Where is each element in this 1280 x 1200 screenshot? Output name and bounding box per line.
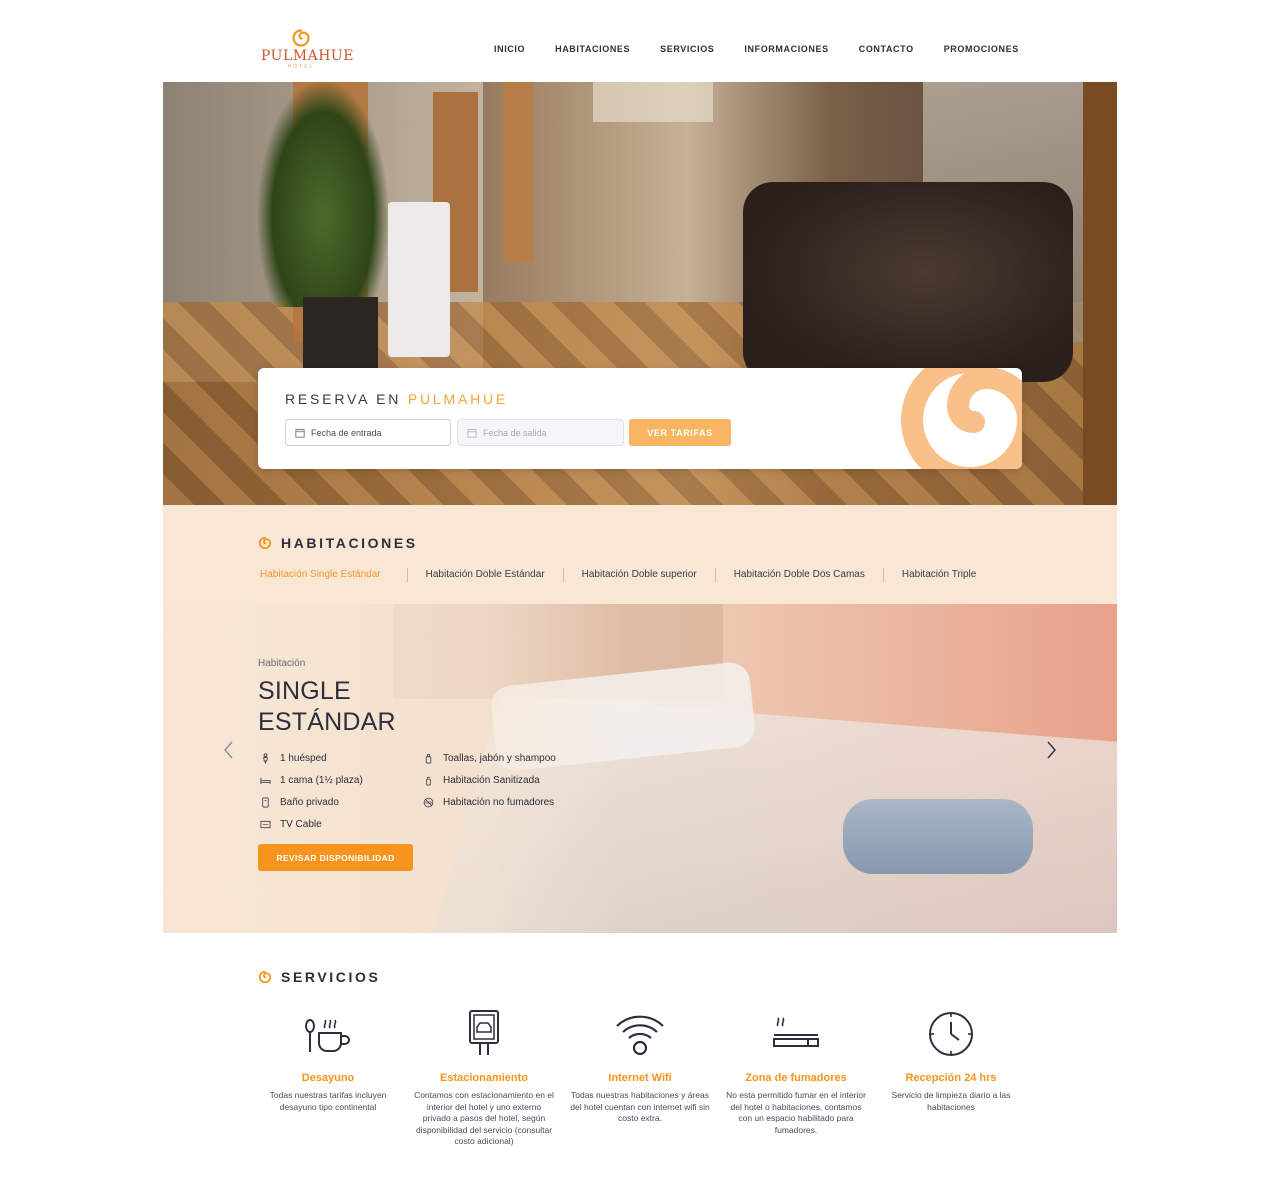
swirl-logo-icon [292, 29, 310, 47]
service-desayuno: Desayuno Todas nuestras tarifas incluyen… [258, 1008, 398, 1113]
amenity-item: Toallas, jabón y shampoo [423, 747, 556, 769]
towel-photo [843, 799, 1033, 874]
tab-doble-superior[interactable]: Habitación Doble superior [562, 568, 715, 582]
amenity-item: Baño privado [260, 791, 363, 813]
nav-habitaciones[interactable]: HABITACIONES [555, 43, 630, 55]
calendar-icon [467, 428, 477, 438]
sofa [743, 182, 1073, 382]
smoking-area-icon [773, 1017, 819, 1047]
service-name: Zona de fumadores [745, 1072, 847, 1084]
site-header: PULMAHUE HOTEL INICIO HABITACIONES SERVI… [0, 0, 1280, 82]
service-name: Desayuno [301, 1072, 355, 1084]
sanitizer-icon [426, 776, 431, 785]
bed-icon [260, 777, 271, 784]
clock-icon [929, 1012, 973, 1056]
nav-servicios[interactable]: SERVICIOS [660, 43, 714, 55]
service-desc: Todas nuestras tarifas incluyen desayuno… [269, 1090, 387, 1112]
rooms-heading: HABITACIONES [258, 535, 418, 551]
wifi-icon [616, 1015, 664, 1056]
decorative-swirl-icon [901, 368, 1022, 469]
nav-informaciones[interactable]: INFORMACIONES [744, 43, 828, 55]
tab-doble-dos-camas[interactable]: Habitación Doble Dos Camas [714, 568, 883, 582]
amenity-item: TV Cable [260, 813, 363, 835]
service-smoking-area: Zona de fumadores No esta permitido fuma… [726, 1008, 866, 1136]
room-kicker: Habitación [258, 658, 306, 669]
service-name: Recepción 24 hrs [905, 1072, 997, 1084]
tab-triple[interactable]: Habitación Triple [882, 568, 994, 582]
check-availability-button[interactable]: REVISAR DISPONIBILIDAD [258, 844, 413, 871]
service-desc: No esta permitido fumar en el interior d… [726, 1090, 866, 1135]
service-reception: Recepción 24 hrs Servicio de limpieza di… [881, 1008, 1021, 1113]
logo-subtitle: HOTEL [287, 64, 315, 70]
booking-title: RESERVA EN PULMAHUE [285, 391, 509, 407]
checkin-label: Fecha de entrada [311, 427, 382, 438]
plant [258, 82, 388, 307]
swirl-icon [258, 970, 272, 984]
tab-single-estandar[interactable]: Habitación Single Estándar [260, 568, 407, 582]
room-name: SINGLE ESTÁNDAR [258, 677, 396, 736]
amenity-item: Habitación Sanitizada [423, 769, 556, 791]
tab-doble-estandar[interactable]: Habitación Doble Estándar [406, 568, 563, 582]
chevron-right-icon[interactable] [1043, 738, 1059, 762]
chevron-left-icon[interactable] [221, 738, 237, 762]
amenities-list-1: 1 huésped 1 cama (1½ plaza) Baño privado… [260, 747, 363, 835]
bathroom-icon [262, 797, 269, 807]
view-rates-button[interactable]: VER TARIFAS [629, 419, 731, 446]
tv-icon [260, 820, 271, 828]
no-smoking-icon [423, 797, 434, 807]
nav-promociones[interactable]: PROMOCIONES [944, 43, 1019, 55]
checkout-label: Fecha de salida [483, 427, 547, 438]
amenity-item: 1 huésped [260, 747, 363, 769]
checkin-date-field[interactable]: Fecha de entrada [285, 419, 451, 446]
nav-contacto[interactable]: CONTACTO [859, 43, 914, 55]
room-slide: Habitación SINGLE ESTÁNDAR 1 huésped 1 c… [163, 604, 1117, 933]
checkout-date-field[interactable]: Fecha de salida [457, 419, 624, 446]
logo-name: PULMAHUE [261, 48, 354, 64]
service-wifi: Internet Wifi Todas nuestras habitacione… [570, 1008, 710, 1125]
water-cooler [388, 202, 450, 357]
service-name: Estacionamiento [439, 1072, 529, 1084]
toiletries-icon [425, 753, 432, 763]
service-desc: Todas nuestras habitaciones y áreas del … [570, 1090, 710, 1123]
room-tabs: Habitación Single Estándar Habitación Do… [260, 568, 994, 582]
amenity-item: 1 cama (1½ plaza) [260, 769, 363, 791]
hotel-logo[interactable]: PULMAHUE HOTEL [261, 28, 354, 74]
service-estacionamiento: Estacionamiento Contamos con estacionami… [414, 1008, 554, 1148]
swirl-icon [258, 536, 272, 550]
amenities-list-2: Toallas, jabón y shampoo Habitación Sani… [423, 747, 556, 813]
breakfast-icon [305, 1019, 350, 1052]
person-icon [263, 752, 268, 764]
calendar-icon [295, 428, 305, 438]
amenity-item: Habitación no fumadores [423, 791, 556, 813]
parking-icon [469, 1010, 499, 1055]
nav-inicio[interactable]: INICIO [494, 43, 525, 55]
main-nav: INICIO HABITACIONES SERVICIOS INFORMACIO… [494, 43, 1049, 55]
service-desc: Servicio de limpieza diario a las habita… [891, 1090, 1011, 1112]
booking-widget: RESERVA EN PULMAHUE Fecha de entrada Fec… [258, 368, 1022, 469]
services-heading: SERVICIOS [258, 969, 380, 985]
service-desc: Contamos con estacionamiento en el inter… [414, 1090, 554, 1146]
service-name: Internet Wifi [608, 1072, 672, 1084]
rooms-section: HABITACIONES Habitación Single Estándar … [163, 505, 1117, 933]
